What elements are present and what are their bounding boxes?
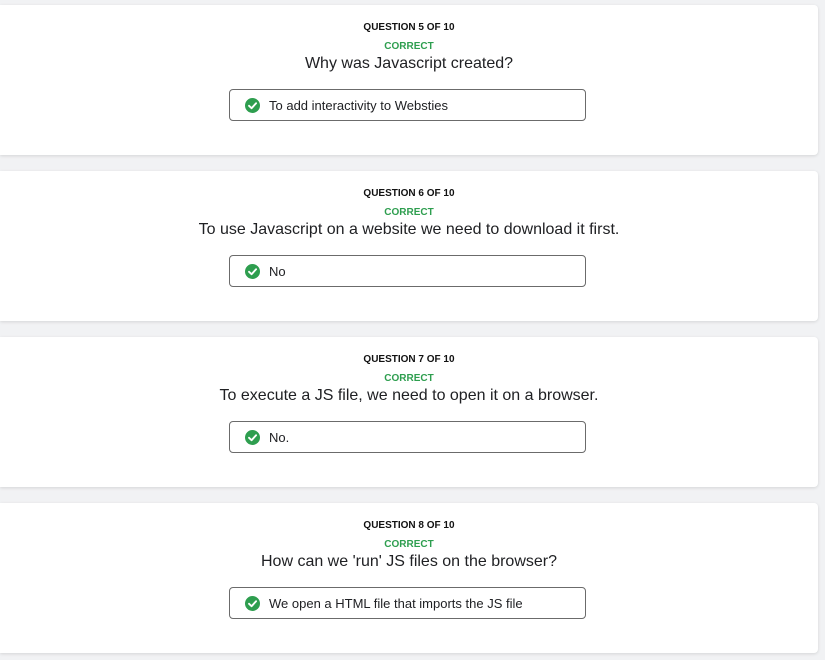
question-text: To execute a JS file, we need to open it… — [219, 387, 599, 404]
check-circle-icon — [245, 595, 260, 611]
quiz-results: QUESTION 5 OF 10 CORRECT Why was Javascr… — [0, 0, 825, 660]
question-card: QUESTION 7 OF 10 CORRECT To execute a JS… — [0, 337, 818, 487]
check-circle-icon — [245, 263, 260, 279]
correct-badge: CORRECT — [384, 41, 434, 52]
check-circle-icon — [245, 429, 260, 445]
question-card: QUESTION 5 OF 10 CORRECT Why was Javascr… — [0, 5, 818, 155]
question-number: QUESTION 5 OF 10 — [363, 22, 455, 33]
question-card: QUESTION 8 OF 10 CORRECT How can we 'run… — [0, 503, 818, 653]
answer-label: We open a HTML file that imports the JS … — [269, 595, 523, 611]
check-circle-icon — [245, 97, 260, 113]
question-number: QUESTION 8 OF 10 — [363, 520, 455, 531]
answer-option[interactable]: No — [229, 255, 586, 287]
correct-badge: CORRECT — [384, 539, 434, 550]
answer-label: No. — [269, 429, 290, 445]
question-text: How can we 'run' JS files on the browser… — [260, 553, 558, 570]
answer-option[interactable]: No. — [229, 421, 586, 453]
question-number: QUESTION 6 OF 10 — [363, 188, 455, 199]
question-number: QUESTION 7 OF 10 — [363, 354, 455, 365]
correct-badge: CORRECT — [384, 373, 434, 384]
answer-label: To add interactivity to Websties — [269, 97, 448, 113]
question-text: Why was Javascript created? — [304, 55, 514, 72]
answer-option[interactable]: We open a HTML file that imports the JS … — [229, 587, 586, 619]
question-card: QUESTION 6 OF 10 CORRECT To use Javascri… — [0, 171, 818, 321]
question-text: To use Javascript on a website we need t… — [198, 221, 620, 238]
answer-label: No — [269, 263, 286, 279]
answer-option[interactable]: To add interactivity to Websties — [229, 89, 586, 121]
correct-badge: CORRECT — [384, 207, 434, 218]
